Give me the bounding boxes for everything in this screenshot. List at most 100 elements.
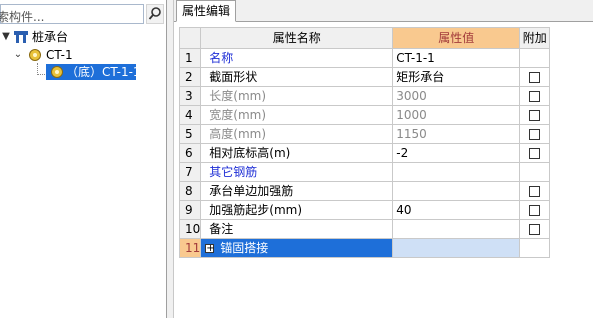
property-value-cell[interactable] [392,238,521,258]
row-number[interactable]: 8 [178,181,202,201]
property-name: 宽度(mm) [209,108,267,122]
tree-node-ct-1[interactable]: ⌄ CT-1 [0,46,166,64]
property-name: 加强筋起步(mm) [209,203,303,217]
property-name-cell[interactable]: 其它钢筋 [200,162,394,182]
attach-checkbox[interactable] [529,224,541,235]
attach-checkbox[interactable] [529,91,541,102]
attach-checkbox[interactable] [529,129,541,140]
attach-checkbox[interactable] [529,110,541,121]
property-name-cell[interactable]: 承台单边加强筋 [200,181,394,201]
row-number[interactable]: 7 [178,162,202,182]
property-value-cell[interactable] [392,219,521,239]
property-name: 备注 [209,222,234,236]
row-number[interactable]: 5 [178,124,202,144]
property-value-cell[interactable]: 1150 [392,124,521,144]
property-value-cell[interactable]: 1000 [392,105,521,125]
row-number[interactable]: 2 [178,67,202,87]
attach-checkbox[interactable] [529,186,541,197]
attach-checkbox[interactable] [529,72,541,83]
search-icon [148,7,161,20]
row-number[interactable]: 10 [178,219,202,239]
property-name: 名称 [209,51,234,65]
row-number[interactable]: 4 [178,105,202,125]
property-value-cell[interactable] [392,181,521,201]
property-name-cell[interactable]: 备注 [200,219,394,239]
attach-cell [519,143,551,163]
property-value-cell[interactable]: CT-1-1 [392,48,521,68]
table-row[interactable]: 11 + 锚固搭接 [178,238,551,258]
table-row[interactable]: 2 截面形状 矩形承台 [178,67,551,87]
table-row[interactable]: 10 备注 [178,219,551,239]
table-row[interactable]: 4 宽度(mm) 1000 [178,105,551,125]
expand-plus-icon[interactable]: + [205,244,215,254]
grid-header-row: 属性名称 属性值 附加 [178,27,551,49]
property-name: 相对底标高(m) [209,146,291,160]
search-input[interactable]: 索构件... [0,4,144,24]
attach-cell [519,238,551,258]
property-value-cell[interactable]: 40 [392,200,521,220]
tree-node-label: 桩承台 [32,30,69,44]
tree-node-label: CT-1 [46,48,73,62]
collapse-arrow-icon[interactable]: ▼ [1,28,11,46]
attach-checkbox[interactable] [529,148,541,159]
property-name-cell[interactable]: 长度(mm) [200,86,394,106]
property-name-cell[interactable]: 宽度(mm) [200,105,394,125]
collapse-chevron-icon[interactable]: ⌄ [13,46,23,64]
tab-strip: 属性编辑 [174,0,593,22]
property-editor-pane: 属性编辑 属性名称 属性值 附加 1 名称 CT-1-1 2 截面形状 矩形承台 3 长度(m… [174,0,593,318]
table-row[interactable]: 7 其它钢筋 [178,162,551,182]
attach-cell [519,86,551,106]
tab-property-edit[interactable]: 属性编辑 [176,0,237,22]
property-name: 高度(mm) [209,127,267,141]
property-name-cell[interactable]: 相对底标高(m) [200,143,394,163]
attach-checkbox[interactable] [529,205,541,216]
column-header-name[interactable]: 属性名称 [200,27,394,49]
component-tree-pane: 索构件... ▼ 桩承台 ⌄ CT-1 （底）CT-1-1 [0,0,166,318]
table-row[interactable]: 5 高度(mm) 1150 [178,124,551,144]
property-name-cell[interactable]: 加强筋起步(mm) [200,200,394,220]
property-name-cell[interactable]: 名称 [200,48,394,68]
tree-node-ct-1-1[interactable]: （底）CT-1-1 [46,64,141,82]
column-header-extra[interactable]: 附加 [519,27,551,49]
table-row[interactable]: 9 加强筋起步(mm) 40 [178,200,551,220]
property-value-cell[interactable]: 矩形承台 [392,67,521,87]
table-row[interactable]: 6 相对底标高(m) -2 [178,143,551,163]
attach-cell [519,124,551,144]
pile-cap-icon [14,31,28,43]
property-name: 承台单边加强筋 [209,184,294,198]
gear-component-icon [51,66,63,78]
table-row[interactable]: 1 名称 CT-1-1 [178,48,551,68]
row-number[interactable]: 1 [178,48,202,68]
property-name-cell[interactable]: 高度(mm) [200,124,394,144]
gear-component-icon [29,49,41,61]
attach-cell [519,162,551,182]
row-number[interactable]: 6 [178,143,202,163]
attach-cell [519,181,551,201]
property-name: 长度(mm) [209,89,267,103]
row-number[interactable]: 11 [178,238,202,258]
table-row[interactable]: 8 承台单边加强筋 [178,181,551,201]
attach-cell [519,219,551,239]
property-name: 锚固搭接 [220,241,269,255]
column-header-value[interactable]: 属性值 [392,27,521,49]
property-value-cell[interactable]: 3000 [392,86,521,106]
row-number-header [178,27,202,49]
property-value-cell[interactable] [392,162,521,182]
search-placeholder: 索构件... [0,10,45,24]
table-row[interactable]: 3 长度(mm) 3000 [178,86,551,106]
pane-splitter[interactable] [166,0,174,318]
property-name-cell[interactable]: + 锚固搭接 [200,238,394,258]
property-value-cell[interactable]: -2 [392,143,521,163]
tree-node-pile-cap[interactable]: ▼ 桩承台 [0,28,166,46]
property-grid: 属性名称 属性值 附加 1 名称 CT-1-1 2 截面形状 矩形承台 3 长度(mm) 300… [178,27,551,258]
row-number[interactable]: 3 [178,86,202,106]
tree-node-label: （底）CT-1-1 [66,65,141,79]
search-button[interactable] [146,4,164,24]
tree-connector [37,74,45,75]
attach-cell [519,200,551,220]
property-name: 其它钢筋 [209,165,258,179]
property-name: 截面形状 [209,70,258,84]
attach-cell [519,48,551,68]
row-number[interactable]: 9 [178,200,202,220]
property-name-cell[interactable]: 截面形状 [200,67,394,87]
